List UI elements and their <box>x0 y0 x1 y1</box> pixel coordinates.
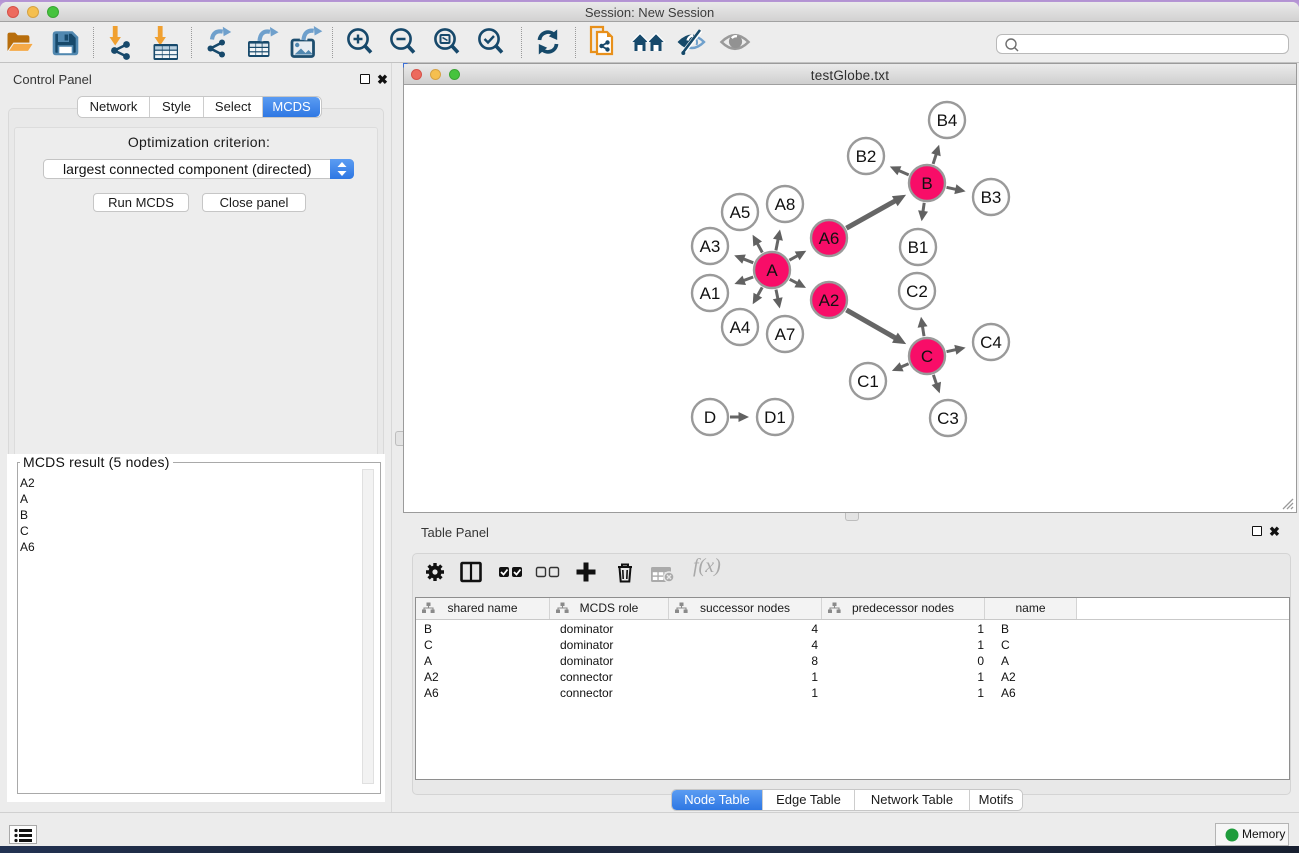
svg-text:A4: A4 <box>730 318 751 337</box>
svg-text:D1: D1 <box>764 408 786 427</box>
svg-text:A1: A1 <box>700 284 721 303</box>
svg-text:C2: C2 <box>906 282 928 301</box>
svg-text:A2: A2 <box>819 291 840 310</box>
svg-text:A3: A3 <box>700 237 721 256</box>
svg-text:B2: B2 <box>856 147 877 166</box>
svg-text:C: C <box>921 347 933 366</box>
svg-text:A6: A6 <box>819 229 840 248</box>
svg-text:C1: C1 <box>857 372 879 391</box>
svg-text:C3: C3 <box>937 409 959 428</box>
svg-text:B4: B4 <box>937 111 958 130</box>
svg-text:D: D <box>704 408 716 427</box>
svg-text:B1: B1 <box>908 238 929 257</box>
svg-text:A5: A5 <box>730 203 751 222</box>
svg-text:B3: B3 <box>981 188 1002 207</box>
svg-text:A7: A7 <box>775 325 796 344</box>
svg-text:C4: C4 <box>980 333 1002 352</box>
svg-text:B: B <box>921 174 932 193</box>
svg-text:A8: A8 <box>775 195 796 214</box>
svg-text:A: A <box>766 261 778 280</box>
